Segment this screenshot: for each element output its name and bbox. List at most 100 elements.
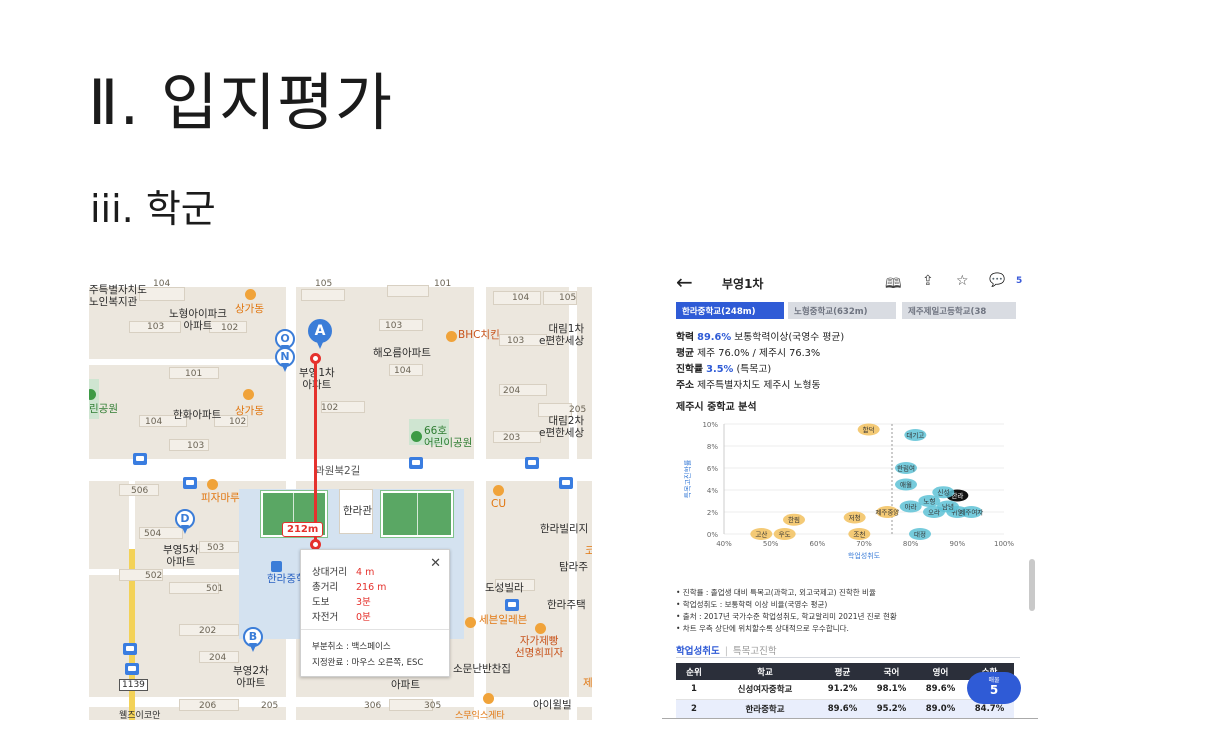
route-distance-label: 212m <box>282 522 324 537</box>
academic-label: 학력 <box>676 332 695 343</box>
label-pizza: 피자마루 <box>201 492 240 504</box>
bus-stop-icon[interactable] <box>123 643 137 655</box>
point-label: 저청 <box>849 513 861 522</box>
point-label: 우도 <box>779 531 791 539</box>
y-tick-label: 0% <box>707 531 718 539</box>
pin-n[interactable]: N <box>275 347 295 373</box>
share-icon[interactable]: ⇪ <box>922 273 934 289</box>
point-label: 아라 <box>905 502 917 511</box>
col-rank: 순위 <box>676 663 712 680</box>
popup-bike-value: 0분 <box>356 612 371 623</box>
progress-desc: (특목고) <box>736 364 772 375</box>
x-tick-label: 40% <box>716 540 732 548</box>
table-row[interactable]: 1 신성여자중학교 91.2% 98.1% 89.6% 8 <box>676 680 1014 700</box>
building-number: 503 <box>207 543 225 553</box>
close-icon[interactable]: ✕ <box>430 556 441 571</box>
note-line: • 차트 우측 상단에 위치할수록 상대적으로 우수합니다. <box>676 624 849 633</box>
route-start-point[interactable] <box>310 353 321 364</box>
label-daerim1: 대림1차 e편한세상 <box>539 323 585 348</box>
progress-value: 3.5% <box>706 364 734 375</box>
point-label: 함덕 <box>863 425 875 434</box>
building-number: 504 <box>144 529 162 539</box>
label-dosung-villa: 도성빌라 <box>485 582 524 594</box>
tab-nohyeong-middle[interactable]: 노형중학교(632m) <box>788 302 896 319</box>
y-tick-label: 6% <box>707 465 718 473</box>
note-line: • 진학률 : 졸업생 대비 특목고(과학고, 외고국제고) 진학한 비율 <box>676 588 876 597</box>
building-number: 103 <box>385 321 403 331</box>
popup-walk-value: 3분 <box>356 597 371 608</box>
building-number: 101 <box>434 279 452 289</box>
subtab-special-high[interactable]: 특목고진학 <box>733 646 777 657</box>
bus-stop-icon[interactable] <box>525 457 539 469</box>
bus-stop-icon[interactable] <box>559 477 573 489</box>
y-tick-label: 10% <box>702 421 718 429</box>
building-number: 104 <box>145 417 163 427</box>
back-arrow-icon[interactable]: ← <box>676 270 693 294</box>
point-label: 고산 <box>755 530 767 539</box>
building-number: 104 <box>153 279 171 289</box>
label-halla-house: 한라주택 <box>547 599 586 611</box>
label-ivill: 아이윌빌 <box>533 699 572 711</box>
bus-stop-icon[interactable] <box>133 453 147 465</box>
tab-halla-middle[interactable]: 한라중학교(248m) <box>676 302 784 319</box>
academic-line: 학력 89.6% 보통학력이상(국영수 평균) <box>676 329 844 343</box>
slide-subtitle: iii. 학군 <box>90 187 216 231</box>
address-label: 주소 <box>676 380 695 391</box>
bus-stop-icon[interactable] <box>409 457 423 469</box>
label-haeorum: 해오름아파트 <box>373 347 431 359</box>
ranking-table: 순위 학교 평균 국어 영어 수학 1 신성여자중학교 91.2% 98.1% … <box>676 663 1014 719</box>
subtab-achievement[interactable]: 학업성취도 <box>676 646 720 657</box>
school-info-panel: ← 부영1차 🕮 ⇪ ☆ 💬 5 한라중학교(248m) 노형중학교(632m)… <box>662 266 1038 722</box>
col-english: 영어 <box>916 663 965 680</box>
bus-stop-icon[interactable] <box>125 663 139 675</box>
point-label: 한림여 <box>897 464 915 473</box>
building-icon <box>505 599 519 611</box>
slide-title: Ⅱ. 입지평가 <box>88 66 394 139</box>
cell: 98.1% <box>867 680 916 700</box>
cell: 한라중학교 <box>712 699 818 719</box>
academic-desc: 보통학력이상(국영수 평균) <box>734 332 845 343</box>
building-number: 103 <box>147 322 165 332</box>
tab-jeju-jeil-high[interactable]: 제주제일고등학교(38 <box>902 302 1016 319</box>
badge-count: 5 <box>989 683 999 697</box>
popup-rel-label: 상대거리 <box>312 567 347 578</box>
label-partial: 코 <box>585 545 592 557</box>
x-axis-label: 학업성취도 <box>848 551 881 560</box>
pin-d[interactable]: D <box>175 509 195 535</box>
building-number: 103 <box>187 441 205 451</box>
label-hanhwa: 한화아파트 <box>173 409 222 421</box>
point-label: 신성 <box>937 488 949 497</box>
pin-a[interactable]: A <box>308 319 332 349</box>
point-label: 애월 <box>900 480 912 489</box>
x-tick-label: 80% <box>903 540 919 548</box>
popup-hint-cancel: 부분취소 : 백스페이스 <box>312 642 391 652</box>
building-number: 205 <box>261 701 279 711</box>
label-nohyeong-ipark: 노형아이파크 아파트 <box>169 308 227 333</box>
poi-icon <box>245 289 256 300</box>
listing-badge-button[interactable]: 매물 5 <box>967 672 1021 704</box>
point-label: 남녕 <box>942 502 954 511</box>
map-icon[interactable]: 🕮 <box>885 273 902 297</box>
table-row[interactable]: 2 한라중학교 89.6% 95.2% 89.0% 84.7% <box>676 699 1014 719</box>
star-icon[interactable]: ☆ <box>956 273 969 289</box>
building-number: 102 <box>229 417 247 427</box>
label-bottom-mid: 스무익스게타 <box>455 711 505 720</box>
restaurant-icon <box>535 623 546 634</box>
popup-walk-label: 도보 <box>312 597 330 608</box>
label-buyoung2: 부영2차 아파트 <box>233 665 269 690</box>
building-number: 105 <box>315 279 333 289</box>
scrollbar[interactable] <box>1029 559 1035 611</box>
point-label: 대기고 <box>906 431 924 440</box>
col-korean: 국어 <box>867 663 916 680</box>
building-number: 203 <box>503 433 521 443</box>
point-label: 대정 <box>914 530 926 539</box>
pin-b[interactable]: B <box>243 627 263 653</box>
chat-icon[interactable]: 💬 <box>989 273 1005 288</box>
building-number: 204 <box>503 386 521 396</box>
bus-stop-icon[interactable] <box>183 477 197 489</box>
label-somun: 소문난반찬집 <box>453 663 511 675</box>
school-scatter-chart: 0% 2% 4% 6% 8% 10% 40% 50% 60% 70% 80% 90% 100% 학업성취도… <box>683 421 1014 560</box>
poi-icon <box>207 479 218 490</box>
route-map[interactable]: 104 105 101 104 105 103 102 103 103 101 … <box>89 279 592 720</box>
comment-count: 5 <box>1016 276 1023 286</box>
